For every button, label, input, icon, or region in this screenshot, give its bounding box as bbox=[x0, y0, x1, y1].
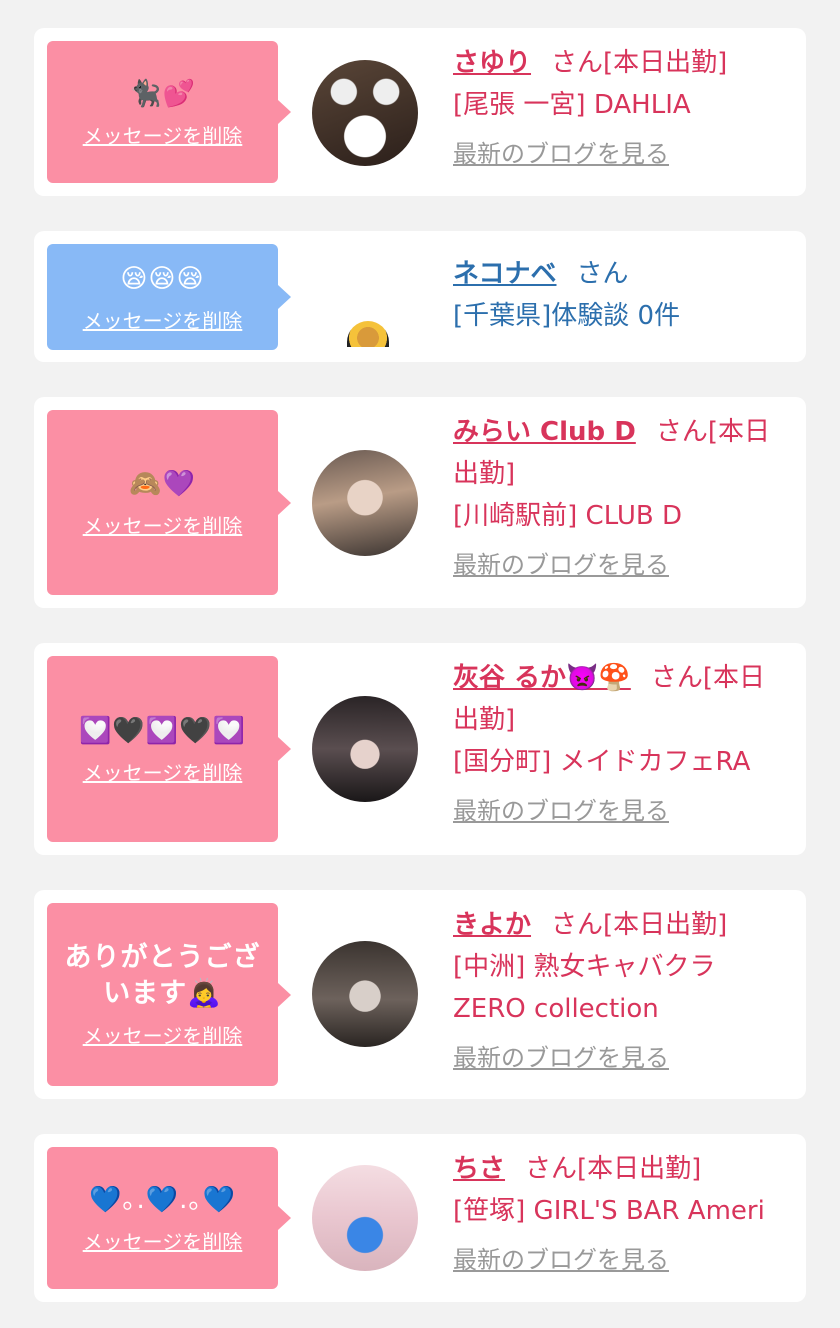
honorific: さん bbox=[650, 663, 703, 693]
shop-info: [川崎駅前] CLUB D bbox=[453, 501, 683, 531]
message-card: ありがとうございます🙇‍♀️ メッセージを削除 きよか さん[本日出勤] [中洲]… bbox=[34, 890, 806, 1099]
attendance-status: [本日出勤] bbox=[603, 910, 728, 940]
blog-link[interactable]: 最新のブログを見る bbox=[453, 795, 786, 827]
message-text: 🐈‍⬛💕 bbox=[129, 78, 196, 109]
message-bubble: 😪😪😪 メッセージを削除 bbox=[47, 244, 291, 350]
message-card: 🙈💜 メッセージを削除 みらい Club D さん[本日出勤] [川崎駅前] CL… bbox=[34, 397, 806, 608]
message-card: 😪😪😪 メッセージを削除 ネコナベ さん [千葉県]体験談 0件 bbox=[34, 231, 806, 362]
profile-name-link[interactable]: みらい Club D bbox=[453, 417, 636, 447]
message-text: 💟🖤💟🖤💟 bbox=[79, 715, 246, 746]
profile-name-link[interactable]: ちさ bbox=[453, 1154, 505, 1184]
shop-info: [尾張 一宮] DAHLIA bbox=[453, 90, 691, 120]
avatar[interactable] bbox=[347, 321, 389, 347]
message-bubble: 💙｡.💙.｡💙 メッセージを削除 bbox=[47, 1147, 291, 1289]
message-card: 💙｡.💙.｡💙 メッセージを削除 ちさ さん[本日出勤] [笹塚] GIRL'S … bbox=[34, 1134, 806, 1302]
message-text: 💙｡.💙.｡💙 bbox=[89, 1184, 236, 1215]
profile-info: 灰谷 るか👿🍄 さん[本日出勤] [国分町] メイドカフェRA 最新のブログを見る bbox=[453, 657, 786, 827]
honorific: さん bbox=[525, 1154, 578, 1184]
message-bubble: 🐈‍⬛💕 メッセージを削除 bbox=[47, 41, 291, 183]
delete-message-link[interactable]: メッセージを削除 bbox=[83, 510, 243, 539]
message-bubble: 🙈💜 メッセージを削除 bbox=[47, 410, 291, 595]
shop-info: [千葉県]体験談 0件 bbox=[453, 301, 681, 331]
message-card: 💟🖤💟🖤💟 メッセージを削除 灰谷 るか👿🍄 さん[本日出勤] [国分町] メイド… bbox=[34, 643, 806, 855]
blog-link[interactable]: 最新のブログを見る bbox=[453, 549, 786, 581]
honorific: さん bbox=[551, 910, 604, 940]
message-bubble: ありがとうございます🙇‍♀️ メッセージを削除 bbox=[47, 903, 291, 1086]
honorific: さん bbox=[576, 259, 629, 289]
attendance-status: [本日出勤] bbox=[603, 48, 728, 78]
attendance-status: [本日出勤] bbox=[577, 1154, 702, 1184]
message-text: ありがとうございます🙇‍♀️ bbox=[64, 942, 261, 1009]
blog-link[interactable]: 最新のブログを見る bbox=[453, 1042, 786, 1074]
message-text: 🙈💜 bbox=[129, 469, 196, 499]
message-bubble: 💟🖤💟🖤💟 メッセージを削除 bbox=[47, 656, 291, 842]
avatar[interactable] bbox=[312, 1165, 418, 1271]
profile-name-link[interactable]: 灰谷 るか👿🍄 bbox=[453, 663, 631, 693]
profile-info: みらい Club D さん[本日出勤] [川崎駅前] CLUB D 最新のブログを… bbox=[453, 411, 786, 581]
shop-info: [中洲] 熟女キャバクラZERO collection bbox=[453, 952, 716, 1024]
avatar[interactable] bbox=[312, 450, 418, 556]
profile-info: きよか さん[本日出勤] [中洲] 熟女キャバクラZERO collection … bbox=[453, 904, 786, 1074]
profile-info: ネコナベ さん [千葉県]体験談 0件 bbox=[453, 253, 786, 337]
shop-info: [笹塚] GIRL'S BAR Ameri bbox=[453, 1196, 765, 1226]
honorific: さん bbox=[551, 48, 604, 78]
honorific: さん bbox=[655, 417, 708, 447]
profile-info: ちさ さん[本日出勤] [笹塚] GIRL'S BAR Ameri 最新のブログを… bbox=[453, 1148, 786, 1276]
delete-message-link[interactable]: メッセージを削除 bbox=[83, 1020, 243, 1049]
delete-message-link[interactable]: メッセージを削除 bbox=[83, 1226, 243, 1255]
delete-message-link[interactable]: メッセージを削除 bbox=[83, 757, 243, 786]
avatar[interactable] bbox=[312, 696, 418, 802]
blog-link[interactable]: 最新のブログを見る bbox=[453, 1244, 786, 1276]
profile-name-link[interactable]: さゆり bbox=[453, 48, 531, 78]
shop-info: [国分町] メイドカフェRA bbox=[453, 747, 751, 777]
profile-name-link[interactable]: きよか bbox=[453, 910, 531, 940]
message-card: 🐈‍⬛💕 メッセージを削除 さゆり さん[本日出勤] [尾張 一宮] DAHLIA… bbox=[34, 28, 806, 196]
delete-message-link[interactable]: メッセージを削除 bbox=[83, 120, 243, 149]
profile-info: さゆり さん[本日出勤] [尾張 一宮] DAHLIA 最新のブログを見る bbox=[453, 42, 786, 170]
message-text: 😪😪😪 bbox=[120, 263, 205, 294]
profile-name-link[interactable]: ネコナベ bbox=[453, 259, 556, 289]
delete-message-link[interactable]: メッセージを削除 bbox=[83, 305, 243, 334]
blog-link[interactable]: 最新のブログを見る bbox=[453, 138, 786, 170]
avatar[interactable] bbox=[312, 941, 418, 1047]
avatar[interactable] bbox=[312, 60, 418, 166]
